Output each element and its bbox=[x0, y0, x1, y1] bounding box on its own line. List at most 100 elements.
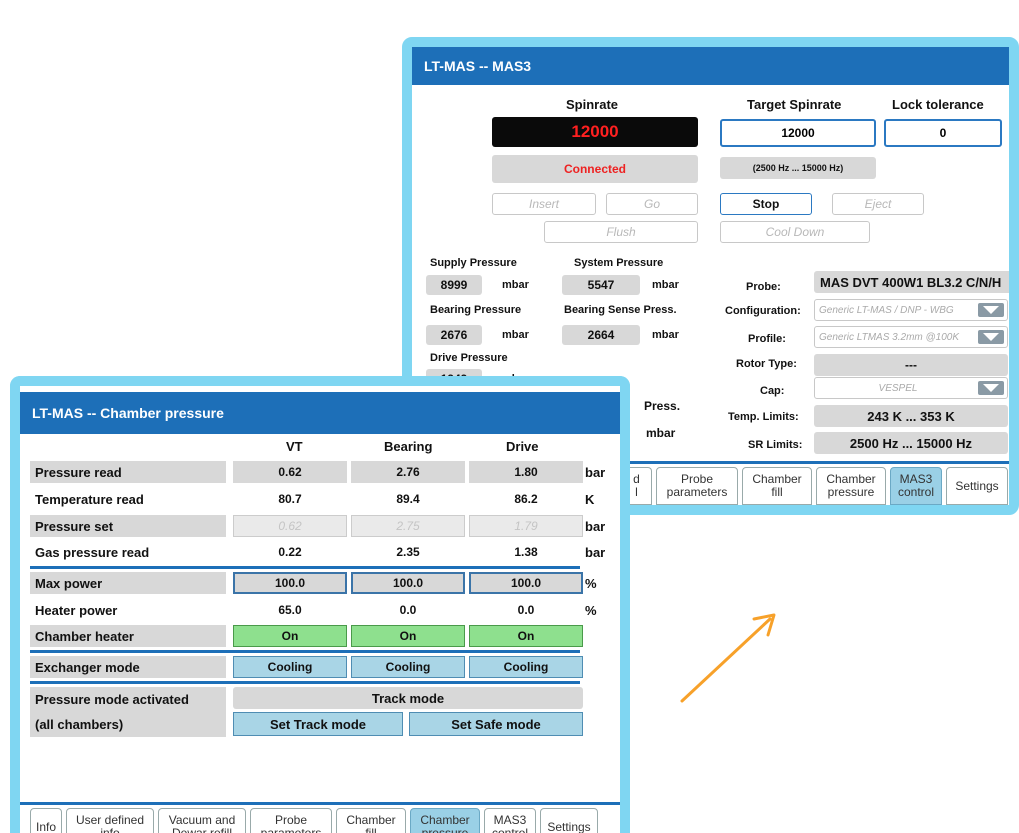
probe-label: Probe: bbox=[746, 281, 781, 293]
pressure-set-drive[interactable]: 1.79 bbox=[469, 515, 583, 537]
flush-button[interactable]: Flush bbox=[544, 221, 698, 243]
section-divider bbox=[30, 566, 580, 569]
chamber-tab-chamber-pressure[interactable]: Chamber pressure bbox=[410, 808, 480, 833]
chamber-window: LT-MAS -- Chamber pressure VT Bearing Dr… bbox=[10, 376, 630, 833]
cap-dropdown[interactable]: VESPEL bbox=[814, 377, 1008, 399]
chamber-tabbar: Info User defined info Vacuum and Dewar … bbox=[30, 808, 598, 833]
bearing-pressure-label: Bearing Pressure bbox=[430, 304, 522, 316]
chevron-down-icon[interactable] bbox=[978, 303, 1004, 317]
system-pressure-unit: mbar bbox=[652, 279, 679, 291]
pressure-mode-sublabel: (all chambers) bbox=[35, 717, 124, 732]
gas-pressure-read-vt: 0.22 bbox=[278, 545, 302, 559]
exchanger-mode-label: Exchanger mode bbox=[30, 656, 226, 678]
gas-pressure-read-drive: 1.38 bbox=[514, 545, 538, 559]
section-divider bbox=[30, 650, 580, 653]
mas3-title-bar: LT-MAS -- MAS3 bbox=[412, 47, 1009, 85]
rotor-type-value: --- bbox=[814, 354, 1008, 376]
system-pressure-label: System Pressure bbox=[574, 257, 664, 269]
profile-dropdown[interactable]: Generic LTMAS 3.2mm @100K bbox=[814, 326, 1008, 348]
eject-button[interactable]: Eject bbox=[832, 193, 924, 215]
sr-limits-value: 2500 Hz ... 15000 Hz bbox=[814, 432, 1008, 454]
pressure-set-label: Pressure set bbox=[30, 515, 226, 537]
exchanger-mode-bearing-toggle[interactable]: Cooling bbox=[351, 656, 465, 678]
chamber-tab-info[interactable]: Info bbox=[30, 808, 62, 833]
pressure-set-vt[interactable]: 0.62 bbox=[233, 515, 347, 537]
pressure-read-drive: 1.80 bbox=[469, 461, 583, 483]
chamber-heater-vt-toggle[interactable]: On bbox=[233, 625, 347, 647]
max-power-vt-input[interactable]: 100.0 bbox=[233, 572, 347, 594]
partial-press-unit: mbar bbox=[646, 426, 676, 440]
chamber-tab-settings[interactable]: Settings bbox=[540, 808, 598, 833]
max-power-unit: % bbox=[585, 575, 597, 591]
cap-label: Cap: bbox=[760, 385, 785, 397]
target-range-hint: (2500 Hz ... 15000 Hz) bbox=[720, 157, 876, 179]
mas3-tab-chamber-pressure[interactable]: Chamber pressure bbox=[816, 467, 886, 505]
bearing-sense-unit: mbar bbox=[652, 329, 679, 341]
arrow-icon bbox=[680, 613, 776, 703]
column-header-bearing: Bearing bbox=[384, 439, 433, 454]
temperature-read-label: Temperature read bbox=[35, 491, 144, 507]
chamber-window-title: LT-MAS -- Chamber pressure bbox=[32, 405, 224, 421]
configuration-dropdown[interactable]: Generic LT-MAS / DNP - WBG bbox=[814, 299, 1008, 321]
bearing-pressure-unit: mbar bbox=[502, 329, 529, 341]
connection-status-text: Connected bbox=[563, 162, 626, 176]
gas-pressure-read-label: Gas pressure read bbox=[35, 544, 150, 560]
chamber-tab-chamber-fill[interactable]: Chamber fill bbox=[336, 808, 406, 833]
gas-pressure-read-bearing: 2.35 bbox=[396, 545, 420, 559]
target-range-text: (2500 Hz ... 15000 Hz) bbox=[752, 163, 844, 173]
mas3-tab-chamber-fill[interactable]: Chamber fill bbox=[742, 467, 812, 505]
pressure-read-label: Pressure read bbox=[30, 461, 226, 483]
set-track-mode-button[interactable]: Set Track mode bbox=[233, 712, 403, 736]
profile-value: Generic LTMAS 3.2mm @100K bbox=[819, 331, 960, 343]
pressure-set-bearing[interactable]: 2.75 bbox=[351, 515, 465, 537]
chamber-title-bar: LT-MAS -- Chamber pressure bbox=[20, 392, 620, 434]
sr-limits-label: SR Limits: bbox=[748, 439, 803, 451]
heater-power-vt: 65.0 bbox=[278, 603, 302, 617]
max-power-label: Max power bbox=[30, 572, 226, 594]
chamber-heater-drive-toggle[interactable]: On bbox=[469, 625, 583, 647]
chamber-tab-mas3-control[interactable]: MAS3 control bbox=[484, 808, 536, 833]
pressure-mode-label: Pressure mode activated bbox=[35, 692, 189, 707]
gas-pressure-read-unit: bar bbox=[585, 544, 606, 560]
chamber-tab-user-defined-info[interactable]: User defined info bbox=[66, 808, 154, 833]
heater-power-label: Heater power bbox=[35, 602, 118, 618]
temperature-read-bearing: 89.4 bbox=[396, 492, 420, 506]
target-spinrate-label: Target Spinrate bbox=[747, 97, 842, 112]
connection-status: Connected bbox=[492, 155, 698, 183]
cool-down-button[interactable]: Cool Down bbox=[720, 221, 870, 243]
exchanger-mode-vt-toggle[interactable]: Cooling bbox=[233, 656, 347, 678]
profile-label: Profile: bbox=[748, 333, 786, 345]
probe-value-text: MAS DVT 400W1 BL3.2 C/N/H bbox=[820, 274, 1002, 290]
pressure-mode-value: Track mode bbox=[233, 687, 583, 709]
section-divider bbox=[30, 681, 580, 684]
mas3-tab-probe-parameters[interactable]: Probe parameters bbox=[656, 467, 738, 505]
mas3-tab-settings[interactable]: Settings bbox=[946, 467, 1008, 505]
insert-button[interactable]: Insert bbox=[492, 193, 596, 215]
max-power-bearing-input[interactable]: 100.0 bbox=[351, 572, 465, 594]
system-pressure-value: 5547 bbox=[562, 275, 640, 295]
exchanger-mode-drive-toggle[interactable]: Cooling bbox=[469, 656, 583, 678]
chamber-tab-probe-parameters[interactable]: Probe parameters bbox=[250, 808, 332, 833]
pressure-read-bearing: 2.76 bbox=[351, 461, 465, 483]
mas3-window-title: LT-MAS -- MAS3 bbox=[424, 58, 532, 74]
bearing-sense-label: Bearing Sense Press. bbox=[564, 304, 677, 316]
stop-button[interactable]: Stop bbox=[720, 193, 812, 215]
target-spinrate-input[interactable] bbox=[720, 119, 876, 147]
chamber-tab-vacuum-dewar[interactable]: Vacuum and Dewar refill bbox=[158, 808, 246, 833]
pressure-set-unit: bar bbox=[585, 518, 606, 534]
spinrate-display: 12000 bbox=[492, 117, 698, 147]
temp-limits-value: 243 K ... 353 K bbox=[814, 405, 1008, 427]
lock-tolerance-input[interactable] bbox=[884, 119, 1002, 147]
heater-power-bearing: 0.0 bbox=[399, 603, 417, 617]
chevron-down-icon[interactable] bbox=[978, 381, 1004, 395]
column-header-vt: VT bbox=[286, 439, 303, 454]
mas3-tab-mas3-control[interactable]: MAS3 control bbox=[890, 467, 942, 505]
bearing-pressure-value: 2676 bbox=[426, 325, 482, 345]
set-safe-mode-button[interactable]: Set Safe mode bbox=[409, 712, 583, 736]
chevron-down-icon[interactable] bbox=[978, 330, 1004, 344]
max-power-drive-input[interactable]: 100.0 bbox=[469, 572, 583, 594]
go-button[interactable]: Go bbox=[606, 193, 698, 215]
heater-power-drive: 0.0 bbox=[517, 603, 535, 617]
chamber-heater-bearing-toggle[interactable]: On bbox=[351, 625, 465, 647]
bearing-sense-value: 2664 bbox=[562, 325, 640, 345]
